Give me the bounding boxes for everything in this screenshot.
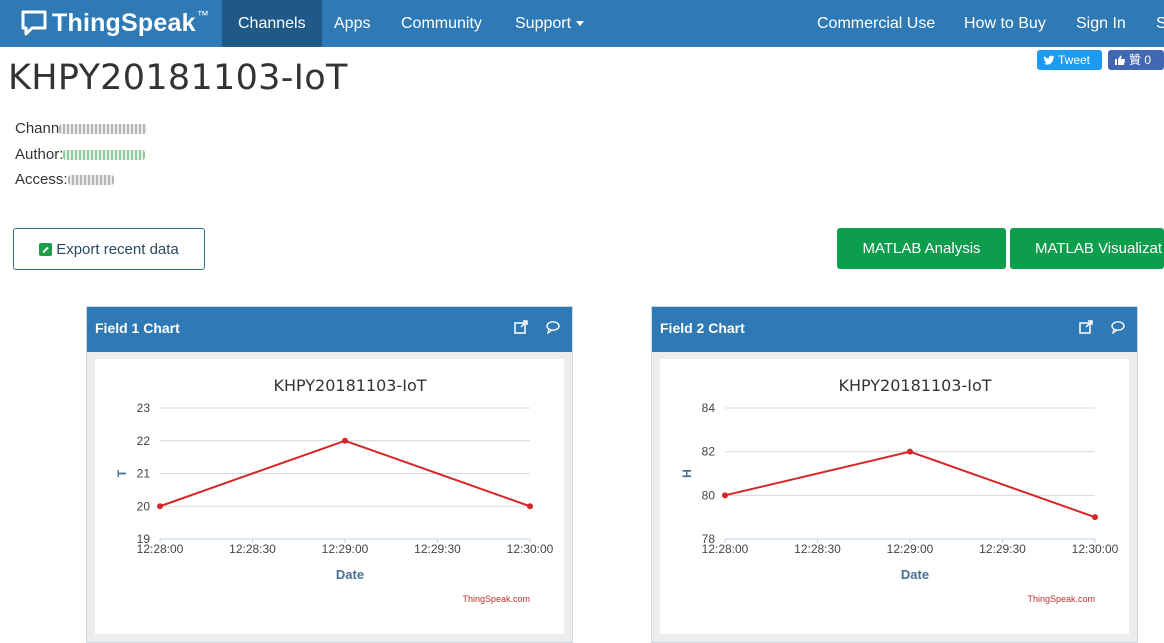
data-point: [907, 448, 913, 455]
export-recent-data-button[interactable]: Export recent data: [13, 228, 205, 270]
x-tick-label: 12:29:30: [979, 542, 1026, 556]
top-navbar: ThingSpeak ™ Channels Apps Community Supp…: [0, 0, 1164, 47]
x-tick-label: 12:29:00: [887, 542, 934, 556]
y-tick-label: 80: [702, 488, 716, 502]
chart-title: KHPY20181103-IoT: [273, 376, 426, 395]
brand-trademark: ™: [196, 8, 209, 22]
field-1-chart: KHPY20181103-IoT192021222312:28:00 12:28:…: [115, 376, 554, 604]
x-tick-label: 12:29:30: [414, 542, 461, 556]
tweet-button[interactable]: Tweet: [1037, 50, 1102, 70]
y-tick-label: 82: [702, 445, 716, 459]
author-label: Author:: [15, 146, 64, 163]
thingspeak-logo[interactable]: ThingSpeak ™: [20, 6, 209, 40]
export-label: Export recent data: [56, 240, 179, 258]
nav-sign-in[interactable]: Sign In: [1060, 0, 1142, 47]
y-tick-label: 22: [137, 434, 151, 448]
channel-id-label: Chann: [15, 120, 60, 137]
x-tick-label: 12:28:30: [794, 542, 841, 556]
access-label: Access:: [15, 171, 68, 188]
comment-icon[interactable]: [546, 320, 560, 334]
data-point: [157, 503, 163, 510]
field-2-chart: KHPY20181103-IoT7880828412:28:00 12:28:30…: [680, 376, 1119, 604]
access-row: Access:: [15, 171, 114, 188]
chart-title: KHPY20181103-IoT: [838, 376, 991, 395]
x-axis-title: Date: [336, 567, 364, 582]
data-point: [722, 492, 728, 499]
x-tick-label: 12:28:00: [702, 542, 749, 556]
channel-id-row: Chann: [15, 120, 148, 137]
channel-title: KHPY20181103-IoT: [8, 58, 348, 98]
data-point: [1092, 514, 1098, 521]
tweet-label: Tweet: [1058, 53, 1091, 67]
chart-credit: ThingSpeak.com: [462, 594, 530, 604]
nav-commercial-use[interactable]: Commercial Use: [801, 0, 951, 47]
author-row: Author:: [15, 146, 146, 163]
twitter-bird-icon: [1043, 55, 1055, 65]
redacted-value: [63, 150, 146, 161]
x-tick-label: 12:28:30: [229, 542, 276, 556]
matlab-analysis-button[interactable]: MATLAB Analysis: [837, 228, 1006, 269]
x-tick-label: 12:28:00: [137, 542, 184, 556]
redacted-value: [59, 124, 148, 135]
y-tick-label: 84: [702, 401, 716, 415]
brand-name: ThingSpeak: [52, 8, 196, 37]
panel-header: Field 2 Chart: [652, 307, 1137, 352]
thumbs-up-icon: [1115, 55, 1126, 65]
caret-down-icon: [576, 21, 585, 27]
y-axis-title: T: [115, 469, 129, 477]
chart-credit: ThingSpeak.com: [1027, 594, 1095, 604]
chart-area: KHPY20181103-IoT 78 80 82 84 12:28:00 12:28:30…: [660, 359, 1129, 634]
facebook-like-button[interactable]: 贊 0: [1108, 50, 1164, 70]
nav-support-label: Support: [515, 15, 572, 32]
field-1-chart-panel: Field 1 Chart KHPY20181103-IoT 19 20 21 22 23…: [86, 306, 573, 643]
series-line: [724, 450, 1096, 519]
nav-channels[interactable]: Channels: [222, 0, 322, 47]
y-tick-label: 21: [137, 467, 151, 481]
matlab-visualization-button[interactable]: MATLAB Visualizat: [1010, 228, 1164, 269]
nav-apps[interactable]: Apps: [318, 0, 386, 47]
field-2-chart-panel: Field 2 Chart KHPY20181103-IoT 78 80 82 84 12…: [651, 306, 1138, 643]
redacted-value: [67, 175, 114, 186]
x-tick-label: 12:29:00: [322, 542, 369, 556]
external-link-icon: [39, 242, 53, 256]
x-axis-title: Date: [901, 567, 929, 582]
external-link-icon[interactable]: [514, 320, 528, 334]
comment-icon[interactable]: [1111, 320, 1125, 334]
external-link-icon[interactable]: [1079, 320, 1093, 334]
like-label: 贊 0: [1129, 53, 1152, 67]
y-tick-label: 23: [137, 401, 151, 415]
nav-community[interactable]: Community: [385, 0, 498, 47]
panel-header: Field 1 Chart: [87, 307, 572, 352]
nav-how-to-buy[interactable]: How to Buy: [948, 0, 1062, 47]
panel-title: Field 2 Chart: [660, 320, 745, 336]
chat-bubble-icon: [21, 10, 47, 36]
nav-signup-partial[interactable]: S: [1140, 0, 1164, 47]
x-tick-label: 12:30:00: [1072, 542, 1119, 556]
chart-area: KHPY20181103-IoT 19 20 21 22 23 12:28:00 12:28:…: [95, 359, 564, 634]
data-point: [527, 503, 533, 510]
data-point: [342, 437, 348, 444]
nav-support[interactable]: Support: [499, 0, 600, 47]
y-axis-title: H: [680, 469, 694, 478]
panel-title: Field 1 Chart: [95, 320, 180, 336]
y-tick-label: 20: [137, 499, 151, 513]
x-tick-label: 12:30:00: [507, 542, 554, 556]
